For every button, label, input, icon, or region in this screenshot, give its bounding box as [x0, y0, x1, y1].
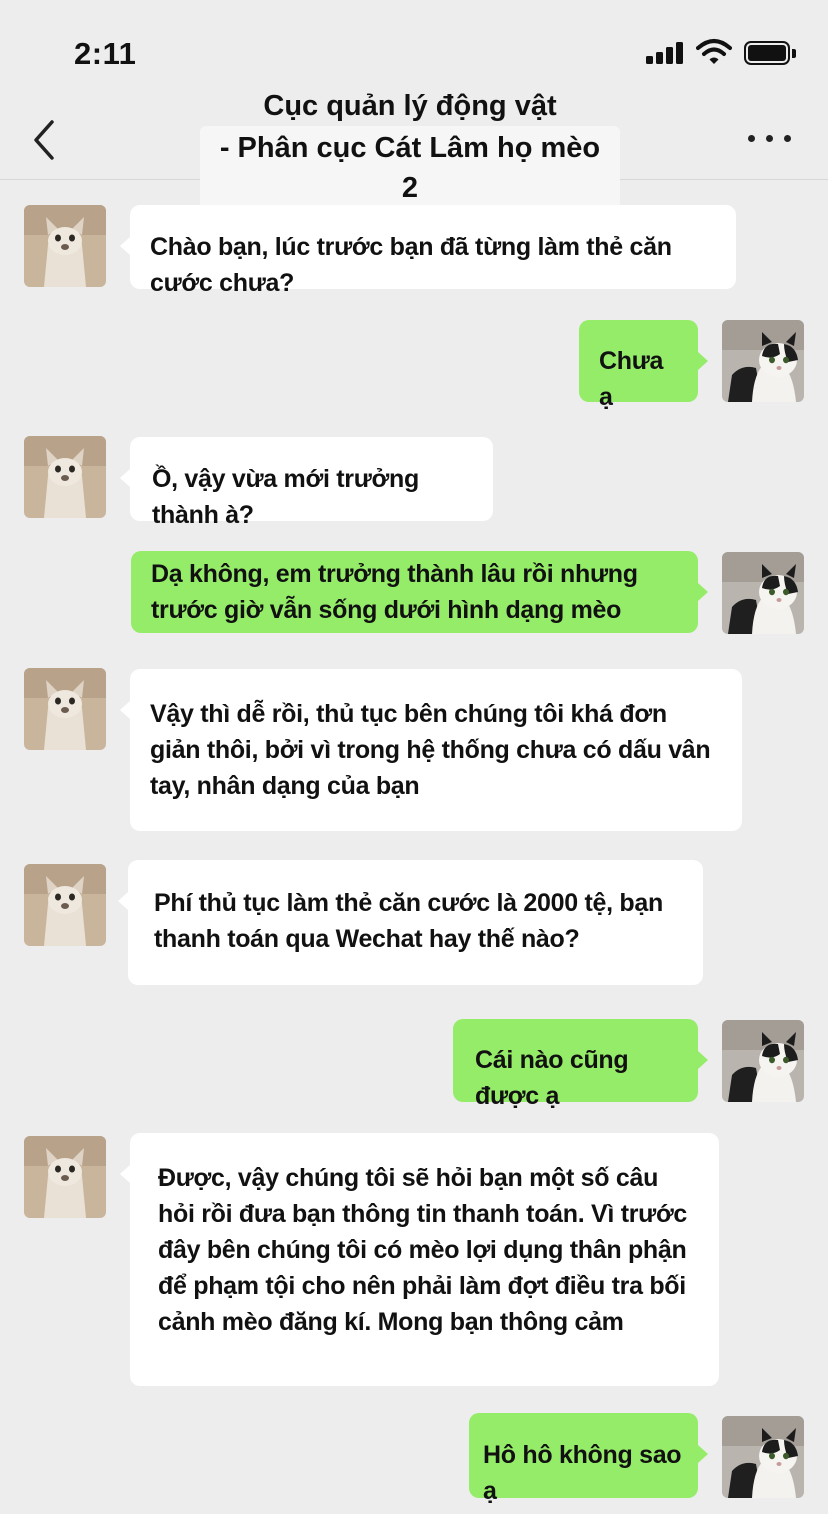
message-text: Dạ không, em trưởng thành lâu rồi nhưng …	[151, 560, 638, 624]
user-avatar[interactable]	[722, 1416, 804, 1498]
cat-avatar-icon	[24, 205, 106, 287]
message-text: Cái nào cũng được ạ	[475, 1046, 629, 1110]
back-button[interactable]	[28, 118, 64, 162]
contact-avatar[interactable]	[24, 668, 106, 750]
message-text: Ồ, vậy vừa mới trưởng thành à?	[152, 465, 419, 529]
cat-avatar-icon	[24, 436, 106, 518]
cat-avatar-icon	[722, 1020, 804, 1102]
user-avatar[interactable]	[722, 320, 804, 402]
contact-avatar[interactable]	[24, 1136, 106, 1218]
cat-avatar-icon	[722, 552, 804, 634]
user-avatar[interactable]	[722, 1020, 804, 1102]
message-text: Được, vậy chúng tôi sẽ hỏi bạn một số câ…	[158, 1164, 688, 1336]
message-text: Chưa ạ	[599, 347, 664, 411]
status-time: 2:11	[74, 36, 137, 71]
chat-title-line-1: Cục quản lý động vật	[263, 90, 557, 122]
chevron-left-icon	[34, 120, 54, 160]
chat-header: Cục quản lý động vật - Phân cục Cát Lâm …	[0, 86, 828, 210]
message-bubble[interactable]: Dạ không, em trưởng thành lâu rồi nhưng …	[131, 551, 708, 633]
message-bubble[interactable]: Cái nào cũng được ạ	[453, 1019, 708, 1110]
message-bubble[interactable]: Được, vậy chúng tôi sẽ hỏi bạn một số câ…	[120, 1133, 719, 1386]
contact-avatar[interactable]	[24, 864, 106, 946]
contact-avatar[interactable]	[24, 205, 106, 287]
contact-avatar[interactable]	[24, 436, 106, 518]
message-text: Hô hô không sao ạ	[483, 1441, 682, 1505]
message-bubble[interactable]: Chào bạn, lúc trước bạn đã từng làm thẻ …	[120, 205, 736, 297]
cat-avatar-icon	[722, 320, 804, 402]
cat-avatar-icon	[24, 1136, 106, 1218]
chat-title: Cục quản lý động vật - Phân cục Cát Lâm …	[200, 86, 620, 210]
battery-icon	[744, 41, 796, 65]
wifi-icon	[696, 39, 732, 64]
message-text: Phí thủ tục làm thẻ căn cước là 2000 tệ,…	[154, 889, 663, 953]
cat-avatar-icon	[24, 864, 106, 946]
message-text: Chào bạn, lúc trước bạn đã từng làm thẻ …	[150, 233, 672, 297]
message-bubble[interactable]: Vậy thì dễ rồi, thủ tục bên chúng tôi kh…	[120, 669, 742, 831]
chat-title-line-2: - Phân cục Cát Lâm họ mèo 2	[200, 126, 620, 210]
cat-avatar-icon	[722, 1416, 804, 1498]
message-bubble[interactable]: Phí thủ tục làm thẻ căn cước là 2000 tệ,…	[118, 860, 703, 985]
cat-avatar-icon	[24, 668, 106, 750]
signal-icon	[646, 42, 686, 64]
message-bubble[interactable]: Hô hô không sao ạ	[469, 1413, 708, 1505]
message-bubble[interactable]: Ồ, vậy vừa mới trưởng thành à?	[120, 437, 493, 529]
more-options-button[interactable]	[748, 130, 792, 146]
message-bubble[interactable]: Chưa ạ	[579, 320, 708, 411]
message-text: Vậy thì dễ rồi, thủ tục bên chúng tôi kh…	[150, 700, 711, 800]
user-avatar[interactable]	[722, 552, 804, 634]
status-bar: 2:11	[0, 0, 828, 96]
